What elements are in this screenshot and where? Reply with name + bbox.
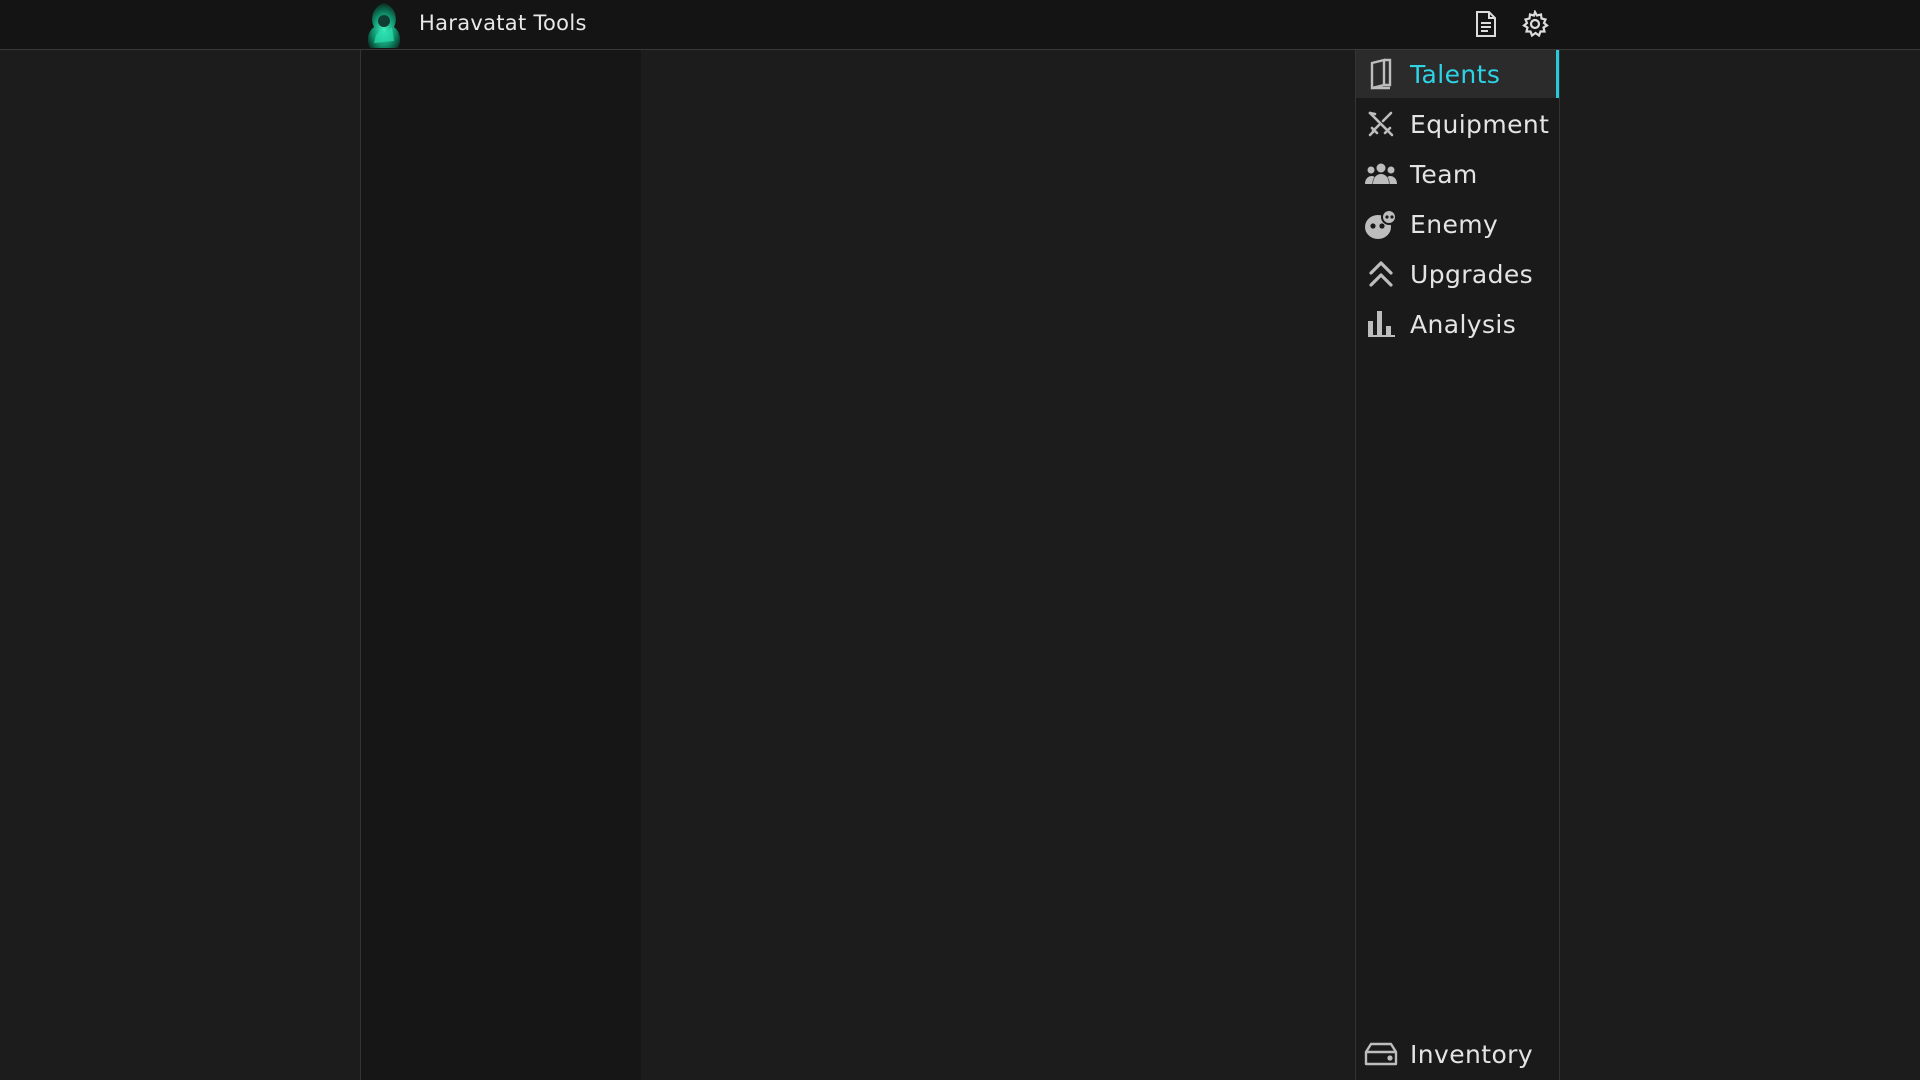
bar-chart-icon (1364, 307, 1398, 341)
enemy-face-icon (1364, 207, 1398, 241)
left-panel (360, 50, 642, 1080)
double-chevron-up-icon (1364, 257, 1398, 291)
gear-icon (1522, 10, 1549, 38)
wallet-icon (1364, 1037, 1398, 1071)
nav-item-analysis[interactable]: Analysis (1356, 300, 1559, 348)
nav-item-upgrades[interactable]: Upgrades (1356, 250, 1559, 298)
group-icon (1364, 157, 1398, 191)
main-content-area (641, 50, 1355, 1080)
nav-item-label: Upgrades (1410, 259, 1534, 289)
document-icon (1476, 11, 1496, 37)
right-navigation: Talents Equipment Team Enemy Upgrades An… (1355, 50, 1560, 1080)
settings-button[interactable] (1520, 9, 1550, 39)
book-icon (1364, 57, 1398, 91)
nav-item-label: Team (1410, 159, 1478, 189)
changelog-button[interactable] (1471, 9, 1501, 39)
nav-item-label: Inventory (1410, 1039, 1534, 1069)
nav-item-team[interactable]: Team (1356, 150, 1559, 198)
nav-item-label: Enemy (1410, 209, 1499, 239)
nav-item-label: Talents (1410, 59, 1501, 89)
nav-item-equipment[interactable]: Equipment (1356, 100, 1559, 148)
nav-item-enemy[interactable]: Enemy (1356, 200, 1559, 248)
app-logo[interactable] (362, 1, 406, 48)
nav-item-inventory[interactable]: Inventory (1356, 1030, 1559, 1078)
top-header-bar: Haravatat Tools (0, 0, 1920, 50)
nav-item-label: Analysis (1410, 309, 1517, 339)
app-title: Haravatat Tools (419, 11, 587, 35)
crossed-swords-icon (1364, 107, 1398, 141)
nav-item-talents[interactable]: Talents (1356, 50, 1559, 98)
nav-item-label: Equipment (1410, 109, 1550, 139)
